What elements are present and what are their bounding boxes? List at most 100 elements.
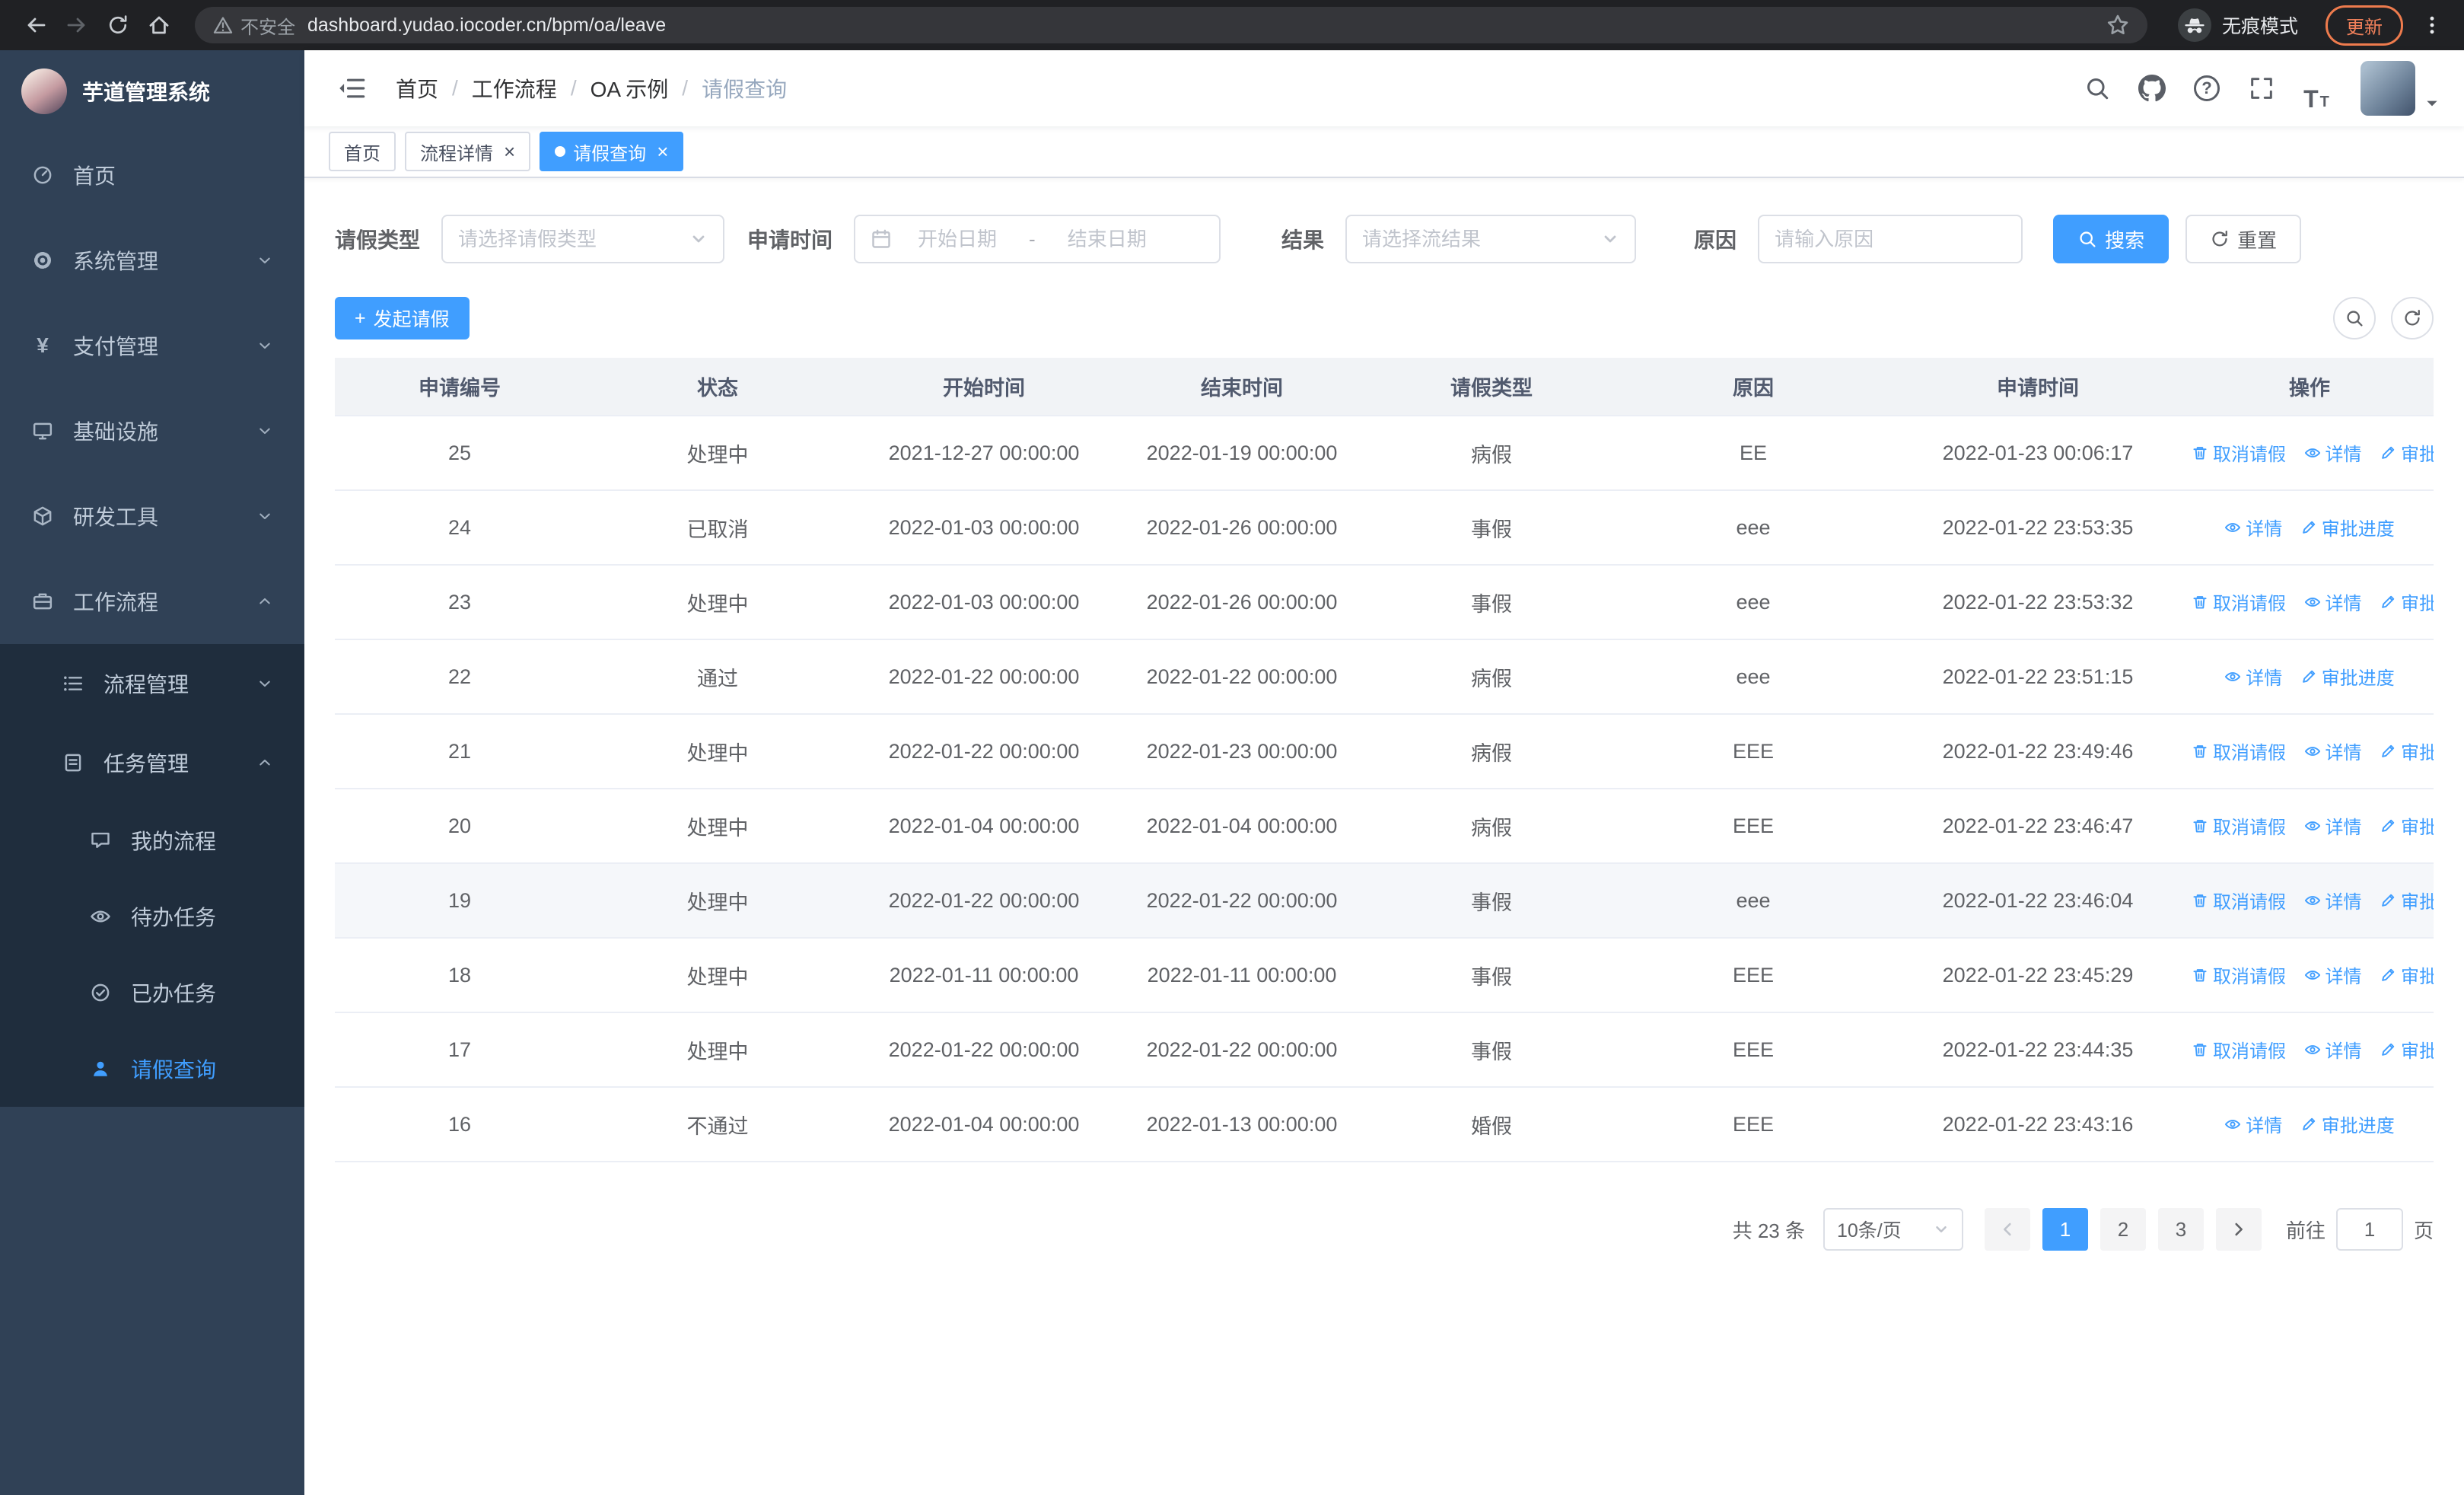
reason-input[interactable]	[1775, 227, 2007, 251]
sidebar-item-dev-tools[interactable]: 研发工具	[0, 473, 304, 559]
search-button[interactable]: 搜索	[2053, 215, 2170, 263]
page-size-select[interactable]: 10条/页	[1823, 1208, 1963, 1251]
sidebar-collapse-icon[interactable]	[329, 75, 374, 102]
goto-page-input[interactable]	[2335, 1208, 2403, 1251]
sidebar-item-todo-tasks[interactable]: 待办任务	[0, 878, 304, 955]
detail-link[interactable]: 详情	[2304, 588, 2362, 615]
close-icon[interactable]: ×	[504, 142, 515, 161]
approval-progress-link[interactable]: 审批进度	[2300, 663, 2395, 690]
cancel-leave-link[interactable]: 取消请假	[2192, 439, 2286, 466]
user-avatar[interactable]	[2361, 61, 2415, 116]
start-date-input[interactable]	[901, 227, 1014, 251]
leave-type-select[interactable]	[441, 215, 725, 263]
cancel-leave-link[interactable]: 取消请假	[2192, 961, 2286, 988]
browser-update-button[interactable]: 更新	[2326, 5, 2403, 46]
next-page-button[interactable]	[2215, 1208, 2262, 1251]
chevron-down-icon	[256, 422, 274, 440]
tab[interactable]: 首页	[329, 132, 396, 171]
prev-page-button[interactable]	[1984, 1208, 2030, 1251]
cancel-leave-link[interactable]: 取消请假	[2192, 738, 2286, 764]
approval-progress-link[interactable]: 审批进度	[2380, 588, 2434, 615]
toggle-search-button[interactable]	[2333, 297, 2376, 339]
tab[interactable]: 流程详情 ×	[405, 132, 531, 171]
date-range-picker[interactable]: -	[854, 215, 1221, 263]
right-toolbar	[2333, 297, 2434, 339]
approval-progress-link[interactable]: 审批进度	[2380, 439, 2434, 466]
detail-link[interactable]: 详情	[2304, 738, 2362, 764]
close-icon[interactable]: ×	[657, 142, 668, 161]
sidebar-item-workflow[interactable]: 工作流程	[0, 559, 304, 644]
detail-link[interactable]: 详情	[2304, 812, 2362, 839]
question-mark: ?	[2194, 75, 2220, 101]
create-leave-button[interactable]: + 发起请假	[335, 297, 470, 339]
approval-progress-link[interactable]: 审批进度	[2300, 1111, 2395, 1137]
sidebar-item-system-management[interactable]: 系统管理	[0, 218, 304, 303]
sidebar-item-leave-query[interactable]: 请假查询	[0, 1031, 304, 1107]
sidebar-item-process-management[interactable]: 流程管理	[0, 644, 304, 723]
sidebar-item-task-management[interactable]: 任务管理	[0, 723, 304, 802]
sidebar-item-payment-management[interactable]: ¥ 支付管理	[0, 303, 304, 388]
sidebar-item-my-processes[interactable]: 我的流程	[0, 802, 304, 878]
browser-home-button[interactable]	[138, 5, 180, 46]
leave-type-input[interactable]	[458, 227, 681, 251]
browser-forward-button[interactable]	[56, 5, 97, 46]
detail-label: 详情	[2325, 594, 2362, 615]
screen: 不安全 dashboard.yudao.iocoder.cn/bpm/oa/le…	[0, 0, 2464, 1495]
github-icon[interactable]	[2129, 65, 2175, 111]
approval-progress-link[interactable]: 审批进度	[2380, 738, 2434, 764]
briefcase-icon	[30, 591, 55, 612]
table-row: 18 处理中 2022-01-11 00:00:00 2022-01-11 00…	[335, 938, 2434, 1013]
detail-link[interactable]: 详情	[2224, 663, 2282, 690]
cancel-leave-link[interactable]: 取消请假	[2192, 812, 2286, 839]
approval-progress-link[interactable]: 审批进度	[2300, 514, 2395, 540]
cell-apply-id: 16	[335, 1087, 584, 1162]
detail-link[interactable]: 详情	[2224, 514, 2282, 540]
breadcrumb-link[interactable]: 首页	[396, 73, 438, 104]
browser-reload-button[interactable]	[97, 5, 138, 46]
reset-button[interactable]: 重置	[2185, 215, 2302, 263]
breadcrumb-link[interactable]: 请假查询	[702, 73, 787, 104]
tab[interactable]: 请假查询 ×	[540, 132, 684, 171]
browser-menu-icon[interactable]	[2415, 14, 2449, 36]
sidebar-item-done-tasks[interactable]: 已办任务	[0, 955, 304, 1031]
cancel-leave-link[interactable]: 取消请假	[2192, 887, 2286, 913]
result-select[interactable]	[1345, 215, 1637, 263]
breadcrumb-link[interactable]: 工作流程	[472, 73, 557, 104]
reason-field[interactable]	[1758, 215, 2023, 263]
cell-status: 已取消	[584, 490, 851, 566]
end-date-input[interactable]	[1050, 227, 1164, 251]
page-number-button[interactable]: 2	[2099, 1208, 2146, 1251]
bookmark-star-icon[interactable]	[2106, 14, 2129, 37]
help-icon[interactable]: ?	[2184, 65, 2230, 111]
detail-link[interactable]: 详情	[2304, 887, 2362, 913]
refresh-table-button[interactable]	[2391, 297, 2434, 339]
font-size-icon[interactable]: TT	[2294, 65, 2339, 111]
sidebar-item-infrastructure[interactable]: 基础设施	[0, 388, 304, 473]
approval-progress-link[interactable]: 审批进度	[2380, 812, 2434, 839]
caret-down-icon[interactable]	[2424, 96, 2440, 116]
cell-apply-time: 2022-01-22 23:43:16	[1890, 1087, 2185, 1162]
app-logo[interactable]: 芋道管理系统	[0, 50, 304, 132]
search-icon[interactable]	[2074, 65, 2120, 111]
fullscreen-icon[interactable]	[2239, 65, 2284, 111]
breadcrumb-link[interactable]: OA 示例	[591, 73, 669, 104]
breadcrumb: 首页 / 工作流程 / OA 示例 / 请假查询	[396, 73, 787, 104]
address-bar[interactable]: 不安全 dashboard.yudao.iocoder.cn/bpm/oa/le…	[195, 7, 2147, 43]
detail-link[interactable]: 详情	[2304, 439, 2362, 466]
approval-progress-link[interactable]: 审批进度	[2380, 887, 2434, 913]
detail-link[interactable]: 详情	[2224, 1111, 2282, 1137]
cancel-leave-link[interactable]: 取消请假	[2192, 588, 2286, 615]
approval-progress-link[interactable]: 审批进度	[2380, 961, 2434, 988]
cell-reason: EEE	[1616, 714, 1890, 789]
column-header: 请假类型	[1367, 358, 1616, 416]
result-input[interactable]	[1362, 227, 1593, 251]
browser-back-button[interactable]	[15, 5, 56, 46]
cancel-leave-link[interactable]: 取消请假	[2192, 1036, 2286, 1063]
approval-progress-link[interactable]: 审批进度	[2380, 1036, 2434, 1063]
page-number-button[interactable]: 3	[2157, 1208, 2204, 1251]
detail-link[interactable]: 详情	[2304, 1036, 2362, 1063]
page-number-button[interactable]: 1	[2042, 1208, 2088, 1251]
sidebar-item-home[interactable]: 首页	[0, 132, 304, 218]
security-indicator[interactable]: 不安全	[213, 12, 295, 39]
detail-link[interactable]: 详情	[2304, 961, 2362, 988]
